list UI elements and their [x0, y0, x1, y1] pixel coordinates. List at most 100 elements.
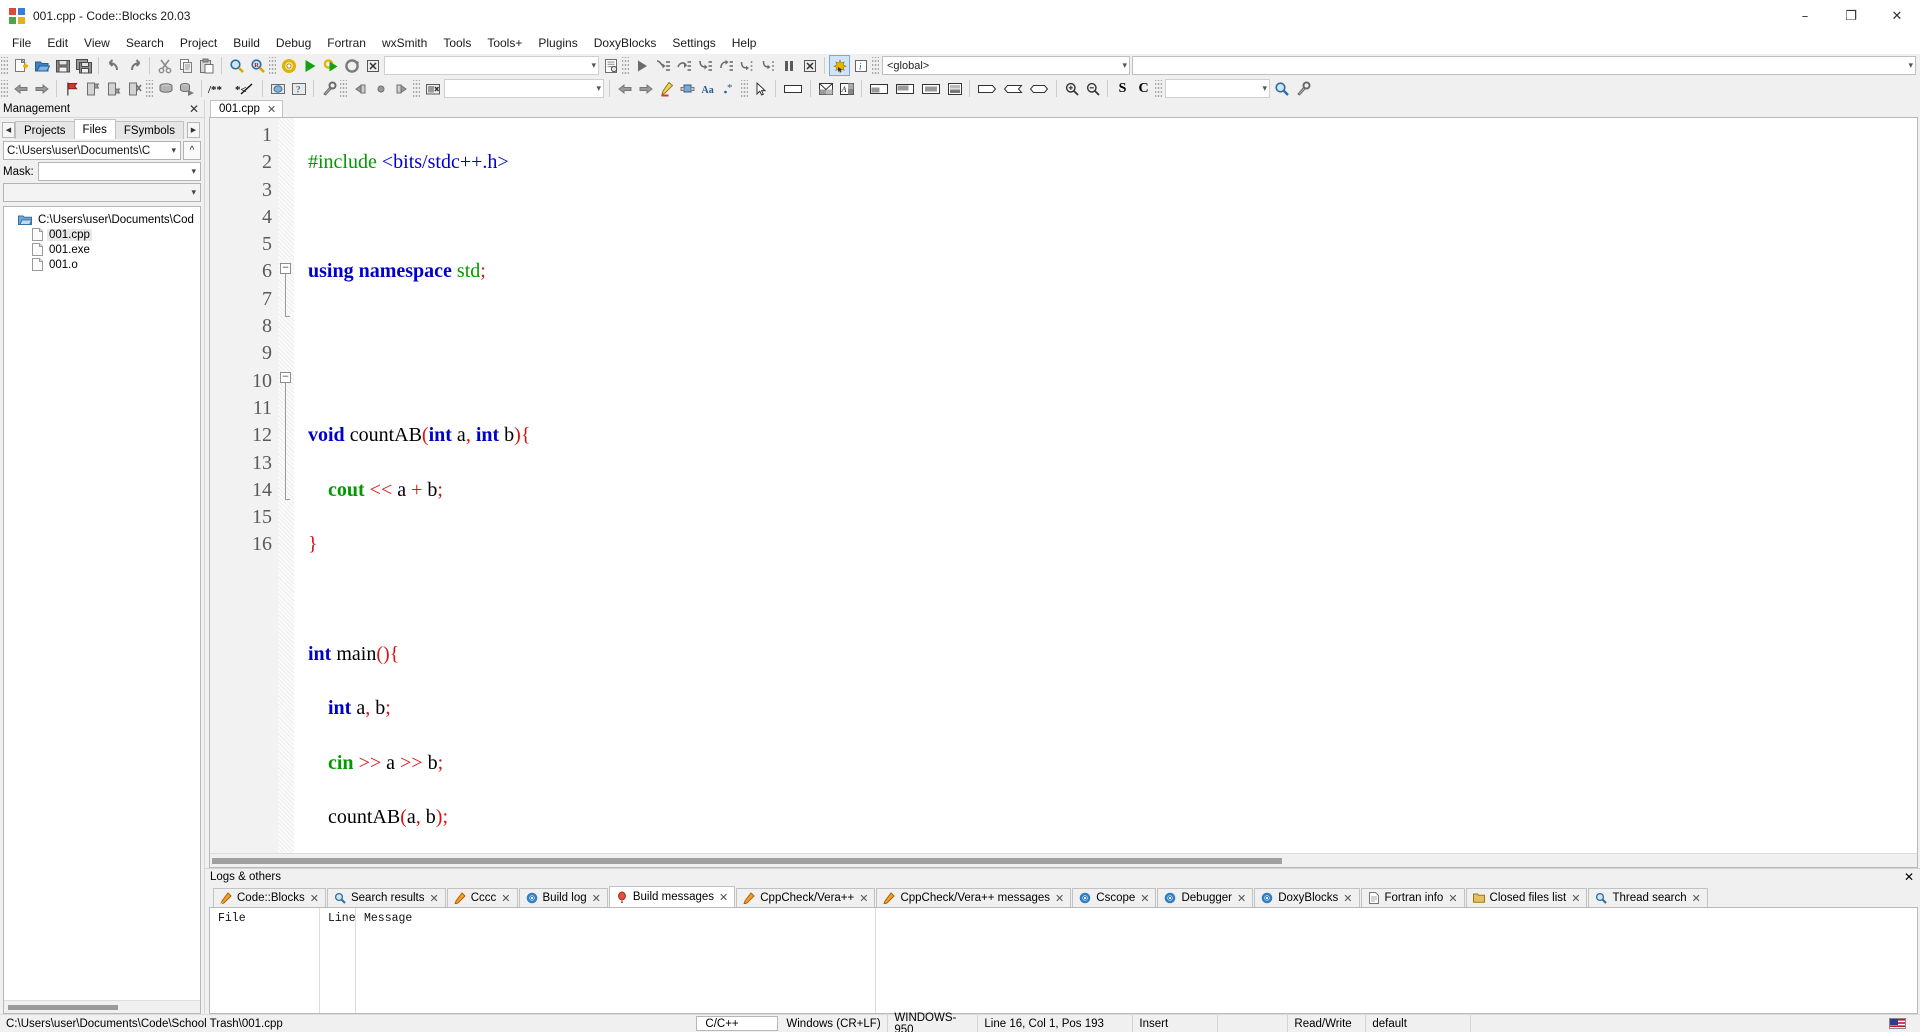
- doxyblocks-block-comment-icon[interactable]: *<: [235, 79, 257, 98]
- custom-icon[interactable]: A: [837, 79, 856, 98]
- regex-icon[interactable]: *: [720, 79, 739, 98]
- symbol-c-button[interactable]: C: [1134, 79, 1153, 98]
- close-icon[interactable]: ✕: [1692, 892, 1701, 905]
- rebuild-icon[interactable]: [342, 56, 361, 75]
- tab-files[interactable]: Files: [74, 119, 116, 139]
- editor-tab-001-cpp[interactable]: 001.cpp ✕: [210, 100, 283, 117]
- code-refactor-icon[interactable]: [678, 79, 697, 98]
- shrink-icon[interactable]: [1001, 79, 1025, 98]
- debug-break-icon[interactable]: [779, 56, 798, 75]
- debug-run-to-cursor-icon[interactable]: [653, 56, 672, 75]
- debug-step-into-icon[interactable]: [695, 56, 714, 75]
- zoom-in-icon[interactable]: [1062, 79, 1081, 98]
- menu-help[interactable]: Help: [724, 34, 765, 52]
- debug-next-line-icon[interactable]: [674, 56, 693, 75]
- doxyblocks-config-icon[interactable]: [319, 79, 338, 98]
- fortran-jump-forward-icon[interactable]: [392, 79, 411, 98]
- case-icon[interactable]: Aa: [699, 79, 718, 98]
- toolbar-grip[interactable]: [1, 80, 8, 98]
- forward-icon[interactable]: [32, 79, 51, 98]
- doxyblocks-chm-icon[interactable]: ?: [289, 79, 308, 98]
- abort-icon[interactable]: [363, 56, 382, 75]
- menu-tools-plus[interactable]: Tools+: [479, 34, 530, 52]
- log-tab-cppcheck-vera[interactable]: CppCheck/Vera++ ✕: [736, 888, 875, 907]
- log-tab-debugger[interactable]: Debugger ✕: [1157, 888, 1253, 907]
- menu-doxyblocks[interactable]: DoxyBlocks: [586, 34, 665, 52]
- tab-projects[interactable]: Projects: [15, 121, 75, 139]
- zoom-out-icon[interactable]: [1083, 79, 1102, 98]
- menu-file[interactable]: File: [4, 34, 39, 52]
- minimize-button[interactable]: –: [1782, 0, 1828, 32]
- code-text[interactable]: #include <bits/stdc++.h> using namespace…: [294, 118, 1917, 853]
- file-tree[interactable]: C:\Users\user\Documents\Cod 001.cpp 001.…: [3, 206, 201, 1014]
- scrollbar-thumb[interactable]: [212, 858, 1282, 864]
- incremental-search-icon[interactable]: [1272, 79, 1291, 98]
- tree-item-001-o[interactable]: 001.o: [4, 257, 200, 272]
- toolbar-grip[interactable]: [146, 80, 153, 98]
- cut-icon[interactable]: [155, 56, 174, 75]
- close-icon[interactable]: ✕: [1140, 892, 1149, 905]
- copy-icon[interactable]: [176, 56, 195, 75]
- menu-edit[interactable]: Edit: [39, 34, 76, 52]
- mask-combo[interactable]: ▾: [38, 162, 201, 181]
- toolbar-grip[interactable]: [1, 57, 8, 75]
- debug-stop-icon[interactable]: [800, 56, 819, 75]
- close-icon[interactable]: ✕: [189, 102, 199, 116]
- redo-icon[interactable]: [125, 56, 144, 75]
- path-up-button[interactable]: ^: [183, 141, 201, 160]
- tree-root-node[interactable]: C:\Users\user\Documents\Cod: [4, 212, 200, 227]
- doxyblocks-comment-icon[interactable]: /**: [207, 79, 233, 98]
- next-bookmark-icon[interactable]: [104, 79, 123, 98]
- menu-view[interactable]: View: [76, 34, 118, 52]
- maximize-button[interactable]: ❐: [1828, 0, 1874, 32]
- close-icon[interactable]: ✕: [267, 103, 276, 116]
- highlight-icon[interactable]: [657, 79, 676, 98]
- tab-fsymbols[interactable]: FSymbols: [115, 121, 184, 139]
- fold-margin[interactable]: − −: [278, 118, 294, 853]
- doxyblocks-run-icon[interactable]: [177, 79, 196, 98]
- wxsmith-combo[interactable]: ▾: [444, 79, 604, 98]
- status-language[interactable]: C/C++: [696, 1016, 778, 1031]
- split-icon[interactable]: [816, 79, 835, 98]
- close-icon[interactable]: ✕: [1343, 892, 1352, 905]
- menu-project[interactable]: Project: [172, 34, 225, 52]
- align-middle-icon[interactable]: [919, 79, 943, 98]
- build-icon[interactable]: [279, 56, 298, 75]
- fortran-workspace-icon[interactable]: [371, 79, 390, 98]
- toggle-bookmark-icon[interactable]: [62, 79, 81, 98]
- toolbar-grip[interactable]: [340, 80, 347, 98]
- replace-icon[interactable]: R: [248, 56, 267, 75]
- menu-tools[interactable]: Tools: [435, 34, 479, 52]
- debug-step-out-icon[interactable]: [716, 56, 735, 75]
- path-combo[interactable]: C:\Users\user\Documents\C ▾: [3, 141, 181, 160]
- log-tab-build-messages[interactable]: Build messages ✕: [609, 886, 735, 907]
- log-tab-closed-files-list[interactable]: Closed files list ✕: [1466, 888, 1588, 907]
- undo-nav-icon[interactable]: [615, 79, 634, 98]
- incremental-search-input[interactable]: ▾: [1165, 79, 1270, 98]
- doxyblocks-html-icon[interactable]: [268, 79, 287, 98]
- log-tab-cccc[interactable]: Cccc ✕: [447, 888, 518, 907]
- editor-hscrollbar[interactable]: [210, 853, 1917, 867]
- fold-toggle-line-10[interactable]: −: [280, 372, 291, 383]
- scope-combo[interactable]: <global> ▾: [882, 56, 1130, 75]
- close-icon[interactable]: ✕: [859, 892, 868, 905]
- compiler-log-icon[interactable]: [601, 56, 620, 75]
- build-target-combo[interactable]: ▾: [384, 56, 599, 75]
- wxsmith-icon[interactable]: [423, 79, 442, 98]
- paste-icon[interactable]: [197, 56, 216, 75]
- fold-toggle-line-6[interactable]: −: [280, 263, 291, 274]
- log-tab-build-log[interactable]: Build log ✕: [519, 888, 608, 907]
- menu-wxsmith[interactable]: wxSmith: [374, 34, 435, 52]
- toolbar-grip[interactable]: [1155, 80, 1162, 98]
- open-file-icon[interactable]: [32, 56, 51, 75]
- build-and-run-icon[interactable]: [321, 56, 340, 75]
- various-info-icon[interactable]: i: [851, 56, 870, 75]
- log-tab-cscope[interactable]: Cscope ✕: [1072, 888, 1156, 907]
- toolbar-grip[interactable]: [741, 80, 748, 98]
- close-icon[interactable]: ✕: [1055, 892, 1064, 905]
- stretch-icon[interactable]: [1027, 79, 1051, 98]
- search-settings-icon[interactable]: [1293, 79, 1312, 98]
- close-icon[interactable]: ✕: [719, 891, 728, 904]
- fortran-jump-back-icon[interactable]: [350, 79, 369, 98]
- pointer-icon[interactable]: [751, 79, 770, 98]
